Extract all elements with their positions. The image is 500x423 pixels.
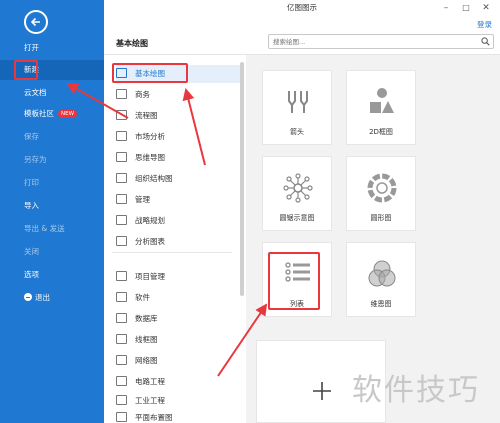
close-icon[interactable]: ✕ [480,2,492,14]
category-label: 商务 [135,90,150,99]
category-label: 线框图 [135,335,158,344]
shapes-template-icon [370,88,394,113]
category-circuit[interactable]: 电路工程 [116,373,165,391]
annotation-box-basic-drawing [112,63,188,83]
template-venn[interactable]: 维恩图 [346,242,416,317]
category-label: 软件 [135,293,150,302]
sidebar-item-open[interactable]: 打开 [0,38,104,58]
category-label: 工业工程 [135,396,165,405]
category-strategy[interactable]: 战略规划 [116,212,165,230]
category-database[interactable]: 数据库 [116,310,158,328]
category-list: 基本绘图 商务 流程图 市场分析 思维导图 组织结构图 管理 战略规划 分析图表… [104,55,241,423]
page-title: 基本绘图 [116,39,148,48]
category-org-chart[interactable]: 组织结构图 [116,170,173,188]
briefcase-icon [116,89,127,99]
template-radial[interactable]: 圆锯示意图 [262,156,332,231]
category-label: 思维导图 [135,153,165,162]
category-label: 网络图 [135,356,158,365]
arrow-template-icon [288,91,308,113]
plus-icon [313,382,331,400]
template-label: 箭头 [290,128,304,136]
category-label: 数据库 [135,314,158,323]
back-button[interactable] [24,10,48,34]
template-circular[interactable]: 圆形图 [346,156,416,231]
category-industrial[interactable]: 工业工程 [116,392,165,410]
circuit-icon [116,376,127,386]
sidebar-item-save[interactable]: 保存 [0,127,104,147]
sidebar-item-label: 退出 [35,293,50,302]
new-badge: NEW [58,110,78,118]
search-box[interactable] [268,34,494,49]
category-label: 平面布置图 [135,413,173,422]
category-label: 分析图表 [135,237,165,246]
template-label: 维恩图 [370,300,392,308]
venn-template-icon [368,260,396,287]
category-label: 市场分析 [135,132,165,141]
search-input[interactable] [269,35,469,48]
market-icon [116,131,127,141]
category-network[interactable]: 网络图 [116,352,158,370]
template-arrow[interactable]: 箭头 [262,70,332,145]
category-label: 项目管理 [135,272,165,281]
circular-template-icon [367,173,397,203]
sidebar-item-save-as[interactable]: 另存为 [0,150,104,170]
strategy-icon [116,215,127,225]
category-mind-map[interactable]: 思维导图 [116,149,165,167]
search-icon[interactable] [481,37,490,46]
annotation-box-new [14,60,38,80]
template-label: 圆形图 [370,214,392,222]
watermark-text: 软件技巧 [352,373,480,408]
category-divider [112,252,232,253]
wireframe-icon [116,334,127,344]
category-label: 管理 [135,195,150,204]
login-link[interactable]: 登录 [477,19,492,30]
template-2d-block[interactable]: 2D框图 [346,70,416,145]
template-label: 圆锯示意图 [279,214,315,222]
mind-map-icon [116,152,127,162]
database-icon [116,313,127,323]
minimize-icon[interactable]: – [440,2,452,14]
radial-template-icon [283,173,313,203]
category-flowchart[interactable]: 流程图 [116,107,158,125]
sidebar-item-import[interactable]: 导入 [0,196,104,216]
org-chart-icon [116,173,127,183]
management-icon [116,194,127,204]
category-scrollbar[interactable] [240,62,244,296]
sidebar-item-label: 模板社区 [24,109,54,118]
annotation-box-list [268,252,320,310]
category-label: 电路工程 [135,377,165,386]
category-business[interactable]: 商务 [116,86,150,104]
category-management[interactable]: 管理 [116,191,150,209]
industrial-icon [116,395,127,405]
sidebar-item-templates[interactable]: 模板社区 NEW [0,104,104,124]
arrow-left-icon [30,17,40,27]
exit-icon [24,293,32,301]
template-label: 2D框图 [369,128,393,136]
sidebar-item-print[interactable]: 打印 [0,173,104,193]
sidebar-item-exit[interactable]: 退出 [0,288,104,308]
sidebar-item-export[interactable]: 导出 & 发送 [0,219,104,239]
category-floor-plan[interactable]: 平面布置图 [116,409,173,423]
network-icon [116,355,127,365]
sidebar-item-close[interactable]: 关闭 [0,242,104,262]
category-label: 组织结构图 [135,174,173,183]
analysis-chart-icon [116,236,127,246]
category-label: 流程图 [135,111,158,120]
project-icon [116,271,127,281]
sidebar-item-options[interactable]: 选项 [0,265,104,285]
category-label: 战略规划 [135,216,165,225]
category-software[interactable]: 软件 [116,289,150,307]
sidebar-item-cloud[interactable]: 云文档 [0,83,104,103]
category-market-analysis[interactable]: 市场分析 [116,128,165,146]
software-icon [116,292,127,302]
flowchart-icon [116,110,127,120]
category-analysis-chart[interactable]: 分析图表 [116,233,165,251]
category-project-management[interactable]: 项目管理 [116,268,165,286]
maximize-icon[interactable]: □ [460,2,472,14]
category-wireframe[interactable]: 线框图 [116,331,158,349]
floor-plan-icon [116,412,127,422]
